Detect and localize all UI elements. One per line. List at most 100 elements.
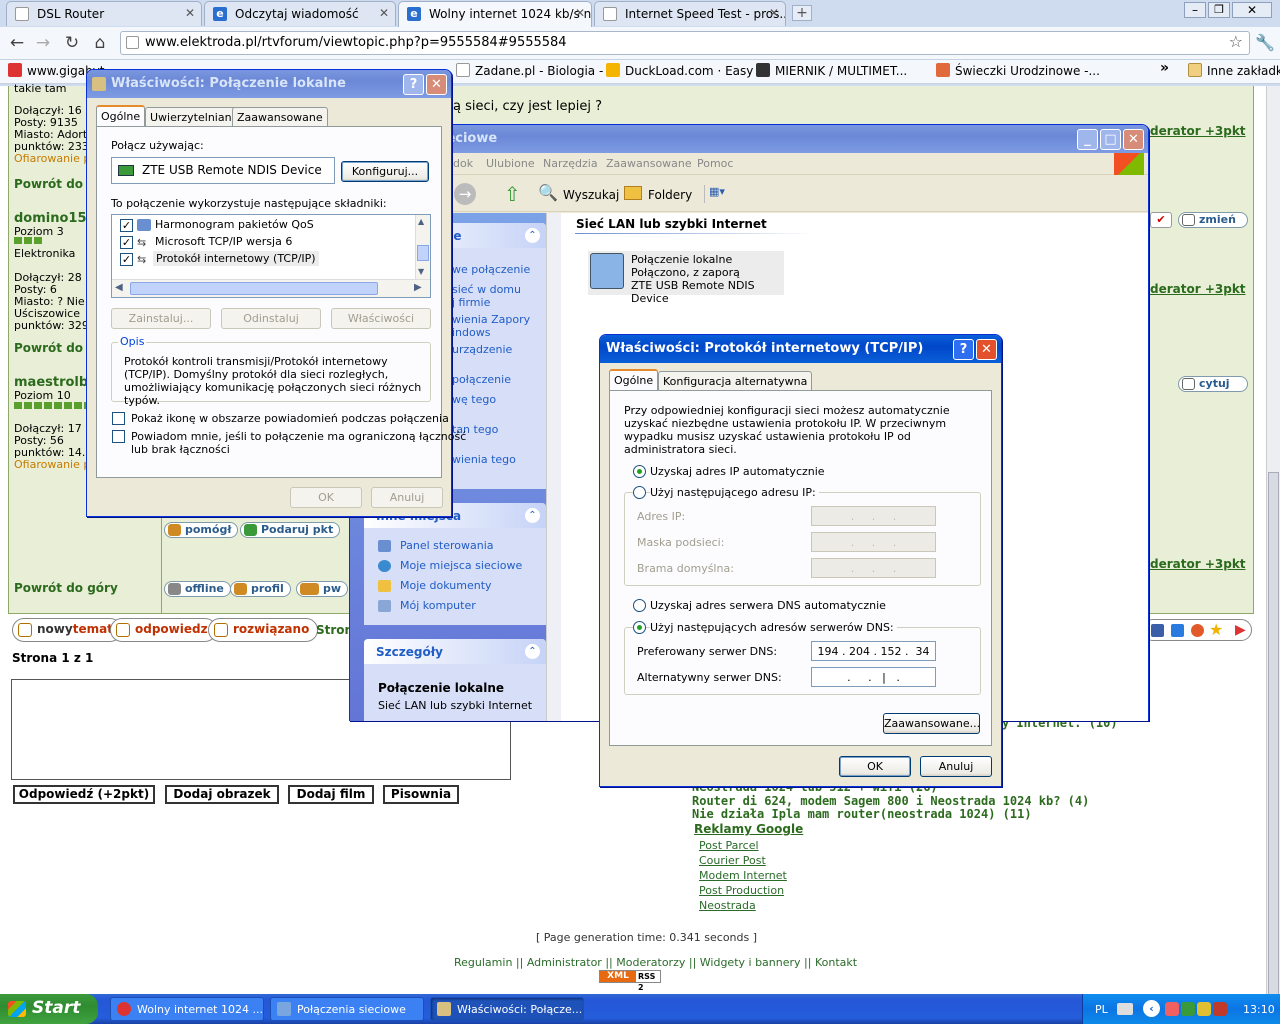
scroll-thumb[interactable] bbox=[417, 245, 429, 261]
menu-item[interactable]: Zaawansowane bbox=[606, 157, 692, 170]
task-link[interactable]: indows bbox=[452, 326, 490, 339]
tab-general[interactable]: Ogólne bbox=[609, 369, 659, 391]
pane-scrollbar[interactable] bbox=[546, 213, 561, 721]
component-name[interactable]: Harmonogram pakietów QoS bbox=[155, 218, 314, 231]
back-to-top-link[interactable]: Powrót do g bbox=[14, 177, 96, 191]
notify-checkbox[interactable] bbox=[112, 430, 125, 443]
moderator-reward-link[interactable]: derator +3pkt bbox=[1150, 557, 1246, 571]
keyboard-icon[interactable] bbox=[1117, 1003, 1133, 1015]
address-bar[interactable]: www.elektroda.pl/rtvforum/viewtopic.php?… bbox=[120, 31, 1250, 55]
tab-general[interactable]: Ogólne bbox=[96, 105, 146, 127]
auto-dns-label[interactable]: Uzyskaj adres serwera DNS automatycznie bbox=[650, 599, 886, 612]
list-vscrollbar[interactable]: ▲ ▼ bbox=[415, 215, 430, 279]
related-topic-link[interactable]: Nie działa Ipla mam router(neostrada 102… bbox=[692, 807, 1032, 821]
check-icon[interactable]: ✔ bbox=[1150, 212, 1172, 228]
place-link[interactable]: Mój komputer bbox=[400, 599, 476, 612]
helped-button[interactable]: pomógł bbox=[164, 522, 239, 538]
scroll-thumb[interactable] bbox=[1268, 472, 1279, 996]
auto-ip-radio[interactable] bbox=[633, 465, 646, 478]
forward-icon[interactable]: → bbox=[32, 32, 54, 54]
back-icon[interactable]: ← bbox=[6, 32, 28, 54]
add-image-button[interactable]: Dodaj obrazek bbox=[165, 785, 279, 804]
bookmark-item[interactable]: DuckLoad.com · Easy ... bbox=[606, 63, 769, 78]
scroll-up-icon[interactable]: ▲ bbox=[418, 217, 424, 226]
auto-ip-label[interactable]: Uzyskaj adres IP automatycznie bbox=[650, 465, 825, 478]
tab-active-forum[interactable]: e Wolny internet 1024 kb/s n... ✕ bbox=[398, 1, 592, 27]
manual-ip-radio[interactable] bbox=[633, 486, 646, 499]
tab-advanced[interactable]: Zaawansowane bbox=[232, 107, 328, 127]
quote-button[interactable]: cytuj bbox=[1178, 376, 1248, 392]
manual-dns-radio[interactable] bbox=[633, 621, 646, 634]
task-link[interactable]: urządzenie bbox=[452, 343, 512, 356]
bookmark-item[interactable]: Zadane.pl - Biologia - ... bbox=[456, 63, 619, 78]
folders-icon[interactable] bbox=[624, 186, 642, 200]
footer-link[interactable]: Widgety i bannery bbox=[700, 956, 801, 969]
task-link[interactable]: we połączenie bbox=[452, 263, 530, 276]
minimize-icon[interactable]: _ bbox=[1077, 129, 1098, 150]
ok-button[interactable]: OK bbox=[290, 487, 362, 508]
taskbar-item-browser[interactable]: Wolny internet 1024 ... bbox=[110, 997, 264, 1021]
up-folder-icon[interactable]: ⇧ bbox=[504, 182, 521, 206]
show-icon-checkbox[interactable] bbox=[112, 412, 125, 425]
moderator-reward-link[interactable]: derator +3pkt bbox=[1150, 282, 1246, 296]
scroll-left-icon[interactable]: ◀ bbox=[115, 282, 123, 293]
tab-alternate-config[interactable]: Konfiguracja alternatywna bbox=[658, 371, 813, 391]
manual-dns-label[interactable]: Użyj następujących adresów serwerów DNS: bbox=[650, 621, 897, 634]
tab-dsl-router[interactable]: DSL Router ✕ bbox=[6, 1, 202, 26]
properties-button[interactable]: Właściwości bbox=[331, 308, 431, 329]
page-scrollbar[interactable] bbox=[1266, 86, 1280, 1000]
back-to-top-link[interactable]: Powrót do góry bbox=[14, 581, 118, 595]
place-link[interactable]: Moje dokumenty bbox=[400, 579, 492, 592]
reply-button[interactable]: odpowiedz bbox=[110, 618, 217, 642]
advanced-button[interactable]: Zaawansowane... bbox=[883, 713, 980, 734]
tab-message[interactable]: e Odczytaj wiadomość ✕ bbox=[204, 1, 396, 26]
collapse-icon[interactable]: ⌃ bbox=[525, 228, 540, 243]
star-icon[interactable]: ☆ bbox=[1229, 32, 1243, 51]
uninstall-button[interactable]: Odinstaluj bbox=[221, 308, 321, 329]
list-hscrollbar[interactable]: ◀ ▶ bbox=[112, 279, 430, 297]
bookmark-item[interactable]: MIERNIK / MULTIMET... bbox=[756, 63, 907, 78]
ad-link[interactable]: Post Parcel bbox=[699, 839, 759, 852]
bookmark-item[interactable]: Świeczki Urodzinowe -... bbox=[936, 63, 1100, 78]
show-icon-label[interactable]: Pokaż ikonę w obszarze powiadomień podcz… bbox=[131, 412, 449, 425]
task-link[interactable]: wienia Zapory bbox=[452, 313, 530, 326]
task-link[interactable]: sieć w domu bbox=[452, 283, 521, 296]
taskbar-item-properties[interactable]: Właściwości: Połącze... bbox=[430, 997, 584, 1021]
place-link[interactable]: Panel sterowania bbox=[400, 539, 494, 552]
back-to-top-link[interactable]: Powrót do g bbox=[14, 341, 96, 355]
scroll-thumb[interactable] bbox=[130, 282, 378, 295]
pm-button[interactable]: pw bbox=[296, 581, 349, 597]
close-icon[interactable]: ✕ bbox=[1123, 129, 1144, 150]
more-bookmarks-icon[interactable]: » bbox=[1160, 60, 1169, 76]
moderator-reward-link[interactable]: derator +3pkt bbox=[1150, 124, 1246, 138]
spelling-button[interactable]: Pisownia bbox=[383, 785, 459, 804]
local-connection-item[interactable]: Połączenie lokalne Połączono, z zaporą Z… bbox=[588, 251, 784, 305]
restore-icon[interactable]: ❐ bbox=[1208, 2, 1230, 18]
search-button-label[interactable]: Wyszukaj bbox=[563, 188, 619, 202]
tcpip-checkbox[interactable]: ✓ bbox=[120, 253, 133, 266]
maximize-icon[interactable]: □ bbox=[1100, 129, 1121, 150]
footer-link[interactable]: Regulamin bbox=[454, 956, 512, 969]
tray-app-icon[interactable] bbox=[1213, 1002, 1227, 1016]
task-link[interactable]: j firmie bbox=[452, 296, 490, 309]
tray-app-icon[interactable] bbox=[1181, 1002, 1195, 1016]
task-link[interactable]: połączenie bbox=[452, 373, 511, 386]
close-tab-icon[interactable]: ✕ bbox=[575, 6, 585, 20]
rss-badge[interactable]: XML RSS 2 bbox=[599, 970, 661, 992]
edit-button[interactable]: zmień bbox=[1178, 212, 1248, 228]
tray-app-icon[interactable] bbox=[1197, 1002, 1211, 1016]
qos-checkbox[interactable]: ✓ bbox=[120, 219, 133, 232]
reply-points-button[interactable]: Odpowiedź (+2pkt) bbox=[13, 785, 155, 804]
notify-label[interactable]: lub brak łączności bbox=[131, 443, 230, 456]
install-button[interactable]: Zainstaluj... bbox=[111, 308, 211, 329]
close-tab-icon[interactable]: ✕ bbox=[185, 6, 195, 20]
cancel-button[interactable]: Anuluj bbox=[371, 487, 443, 508]
tcpipv6-checkbox[interactable]: ✓ bbox=[120, 236, 133, 249]
reload-icon[interactable]: ↻ bbox=[61, 32, 83, 54]
gateway-field[interactable]: . . . bbox=[811, 558, 936, 578]
views-icon[interactable]: ▦▾ bbox=[704, 185, 736, 203]
new-topic-button[interactable]: nowytemat bbox=[12, 618, 122, 642]
minimize-icon[interactable]: – bbox=[1184, 2, 1206, 18]
scroll-down-icon[interactable]: ▼ bbox=[418, 267, 424, 276]
place-link[interactable]: Moje miejsca sieciowe bbox=[400, 559, 522, 572]
